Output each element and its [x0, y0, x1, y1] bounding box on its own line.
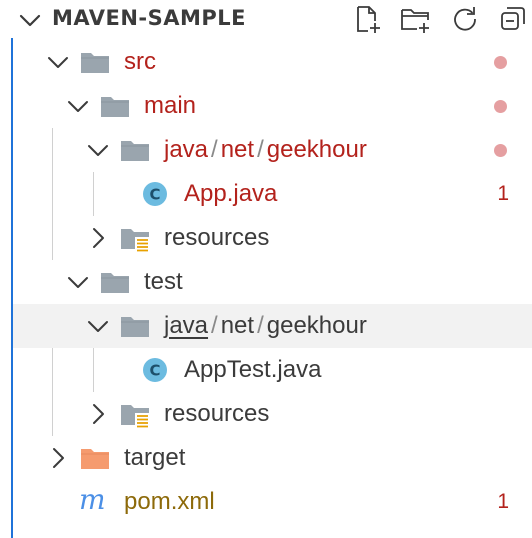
folder-icon: [121, 141, 149, 161]
target-folder-icon: [81, 449, 109, 469]
resources-folder-icon: [121, 405, 149, 428]
file-label-pom-xml: pom.xml: [124, 488, 215, 515]
package-segment[interactable]: net: [221, 312, 254, 339]
tree-row-main-resources[interactable]: resources: [13, 216, 532, 260]
chevron-down-icon[interactable]: [86, 138, 110, 162]
tree-row-src[interactable]: src: [13, 40, 532, 84]
folder-label-resources: resources: [164, 400, 270, 427]
path-separator: /: [257, 312, 264, 339]
folder-label-test: test: [144, 268, 183, 295]
package-segment[interactable]: java: [164, 136, 208, 163]
path-separator: /: [211, 312, 218, 339]
tree-row-test-package[interactable]: java / net / geekhour: [13, 304, 532, 348]
tree-row-app-java[interactable]: C App.java 1: [13, 172, 532, 216]
tree-row-test-resources[interactable]: resources: [13, 392, 532, 436]
folder-icon: [81, 53, 109, 73]
folder-label-resources: resources: [164, 224, 270, 251]
modified-dot: [494, 100, 507, 113]
path-separator: /: [257, 136, 264, 163]
chevron-right-icon[interactable]: [46, 446, 70, 470]
chevron-down-icon[interactable]: [66, 94, 90, 118]
folder-icon: [121, 317, 149, 337]
maven-icon: m: [79, 483, 106, 516]
problem-count: 1: [497, 182, 509, 205]
explorer-header: MAVEN-SAMPLE: [0, 0, 532, 38]
modified-dot: [494, 144, 507, 157]
folder-label-src: src: [124, 48, 156, 75]
folder-icon: [101, 97, 129, 117]
explorer-title[interactable]: MAVEN-SAMPLE: [52, 6, 246, 30]
folder-label-target: target: [124, 444, 186, 471]
folder-label-main: main: [144, 92, 197, 119]
refresh-icon[interactable]: [450, 4, 480, 34]
new-folder-icon[interactable]: [400, 4, 430, 34]
chevron-down-icon[interactable]: [18, 8, 42, 32]
problem-count: 1: [497, 490, 509, 513]
file-label-app-java: App.java: [184, 180, 278, 207]
chevron-right-icon[interactable]: [86, 402, 110, 426]
package-segment[interactable]: net: [221, 136, 254, 163]
collapse-all-icon[interactable]: [498, 4, 528, 34]
folder-icon: [101, 273, 129, 293]
package-label: java / net / geekhour: [164, 304, 367, 348]
explorer-actions: [352, 4, 532, 34]
file-label-apptest-java: AppTest.java: [184, 356, 322, 383]
resources-folder-icon: [121, 229, 149, 252]
package-segment[interactable]: java: [164, 312, 208, 339]
tree-row-target[interactable]: target: [13, 436, 532, 480]
tree-row-test[interactable]: test: [13, 260, 532, 304]
java-class-icon: C: [143, 358, 167, 382]
chevron-down-icon[interactable]: [66, 270, 90, 294]
chevron-down-icon[interactable]: [46, 50, 70, 74]
tree-row-main-package[interactable]: java / net / geekhour: [13, 128, 532, 172]
tree-row-pom-xml[interactable]: m pom.xml 1: [13, 480, 532, 524]
new-file-icon[interactable]: [352, 4, 382, 34]
chevron-right-icon[interactable]: [86, 226, 110, 250]
java-badge-letter: C: [149, 186, 160, 204]
java-class-icon: C: [143, 182, 167, 206]
java-badge-letter: C: [149, 362, 160, 380]
package-segment[interactable]: geekhour: [267, 312, 367, 339]
modified-dot: [494, 56, 507, 69]
package-segment[interactable]: geekhour: [267, 136, 367, 163]
path-separator: /: [211, 136, 218, 163]
tree-row-apptest-java[interactable]: C AppTest.java: [13, 348, 532, 392]
chevron-down-icon[interactable]: [86, 314, 110, 338]
tree-row-main[interactable]: main: [13, 84, 532, 128]
package-label: java / net / geekhour: [164, 128, 367, 172]
